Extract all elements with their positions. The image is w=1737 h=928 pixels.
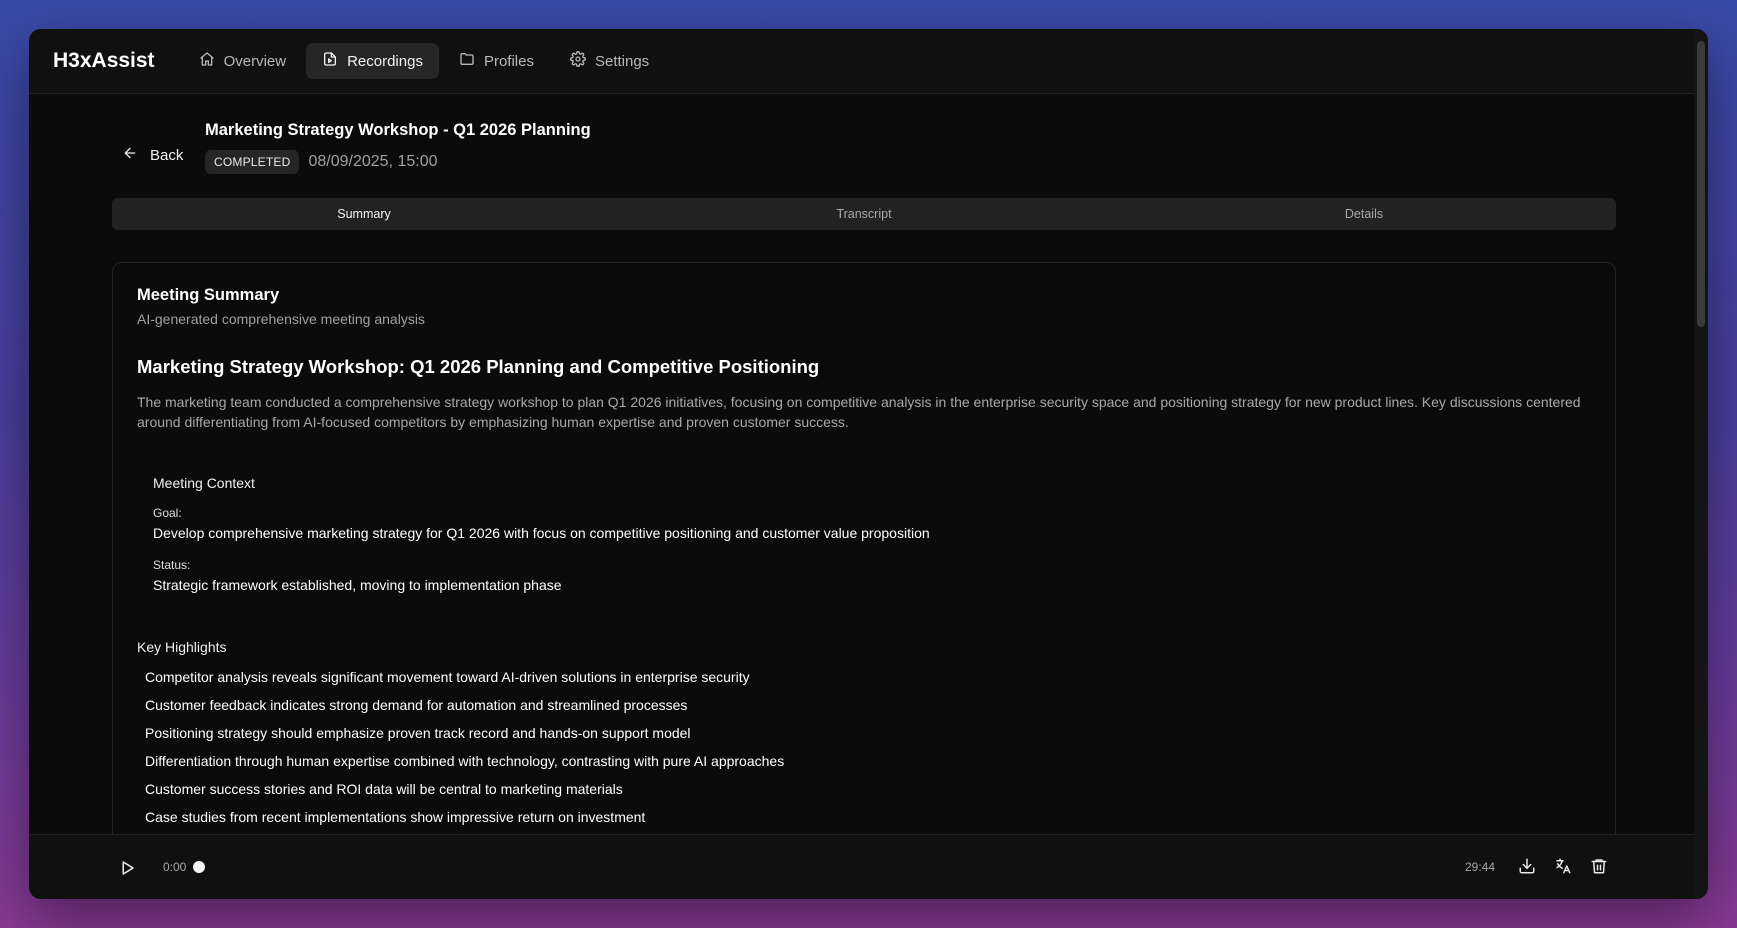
folder-icon <box>459 51 475 71</box>
download-icon <box>1518 858 1536 879</box>
scrollbar[interactable] <box>1694 29 1708 899</box>
nav-item-settings[interactable]: Settings <box>554 43 665 79</box>
nav-item-overview[interactable]: Overview <box>183 43 303 79</box>
list-item: Customer success stories and ROI data wi… <box>145 781 623 797</box>
play-icon <box>118 861 136 881</box>
card-subtitle: AI-generated comprehensive meeting analy… <box>137 311 425 327</box>
audio-player: 0:00 29:44 <box>29 834 1694 899</box>
list-item: Customer feedback indicates strong deman… <box>145 697 688 713</box>
tab-summary[interactable]: Summary <box>114 200 614 228</box>
nav-item-profiles[interactable]: Profiles <box>443 43 550 79</box>
download-button[interactable] <box>1518 857 1538 877</box>
top-navigation: H3xAssist Overview Recordings Profiles S… <box>29 29 1708 94</box>
seek-slider[interactable] <box>193 861 205 873</box>
arrow-left-icon <box>122 145 138 165</box>
trash-icon <box>1590 859 1608 879</box>
recording-title: Marketing Strategy Workshop - Q1 2026 Pl… <box>205 121 591 139</box>
file-audio-icon <box>322 51 338 71</box>
goal-value: Develop comprehensive marketing strategy… <box>153 525 930 541</box>
summary-heading: Marketing Strategy Workshop: Q1 2026 Pla… <box>137 356 820 377</box>
meeting-context-title: Meeting Context <box>153 475 255 491</box>
key-highlights-title: Key Highlights <box>137 639 227 655</box>
back-button[interactable]: Back <box>122 145 183 165</box>
nav-item-recordings[interactable]: Recordings <box>306 43 439 79</box>
app-window: H3xAssist Overview Recordings Profiles S… <box>29 29 1708 899</box>
meeting-summary-card: Meeting Summary AI-generated comprehensi… <box>112 262 1616 899</box>
translate-icon <box>1554 858 1572 879</box>
home-icon <box>199 51 215 71</box>
total-time: 29:44 <box>1465 860 1496 874</box>
current-time: 0:00 <box>163 860 187 874</box>
recording-meta: COMPLETED 08/09/2025, 15:00 <box>205 150 438 174</box>
delete-button[interactable] <box>1590 857 1610 877</box>
tab-details[interactable]: Details <box>1114 200 1614 228</box>
nav-item-label: Recordings <box>347 52 423 70</box>
recording-datetime: 08/09/2025, 15:00 <box>308 153 438 170</box>
nav-item-label: Settings <box>594 52 650 70</box>
list-item: Positioning strategy should emphasize pr… <box>145 725 691 741</box>
status-label: Status: <box>153 558 191 572</box>
status-badge: COMPLETED <box>205 150 300 174</box>
summary-paragraph: The marketing team conducted a comprehen… <box>137 394 1581 430</box>
nav-item-label: Overview <box>223 52 287 70</box>
play-button[interactable] <box>118 859 136 877</box>
tab-transcript[interactable]: Transcript <box>614 200 1114 228</box>
card-title: Meeting Summary <box>137 286 280 304</box>
status-value: Strategic framework established, moving … <box>153 577 562 593</box>
goal-label: Goal: <box>153 506 182 520</box>
key-highlights-list: Competitor analysis reveals significant … <box>145 667 784 835</box>
scrollbar-thumb[interactable] <box>1697 41 1705 327</box>
list-item: Case studies from recent implementations… <box>145 809 646 825</box>
back-label: Back <box>150 146 184 164</box>
tab-bar: Summary Transcript Details <box>112 198 1616 230</box>
app-logo: H3xAssist <box>53 49 155 72</box>
translate-button[interactable] <box>1554 857 1574 877</box>
gear-icon <box>570 51 586 71</box>
list-item: Differentiation through human expertise … <box>145 753 785 769</box>
nav-item-label: Profiles <box>483 52 534 70</box>
list-item: Competitor analysis reveals significant … <box>145 669 750 685</box>
